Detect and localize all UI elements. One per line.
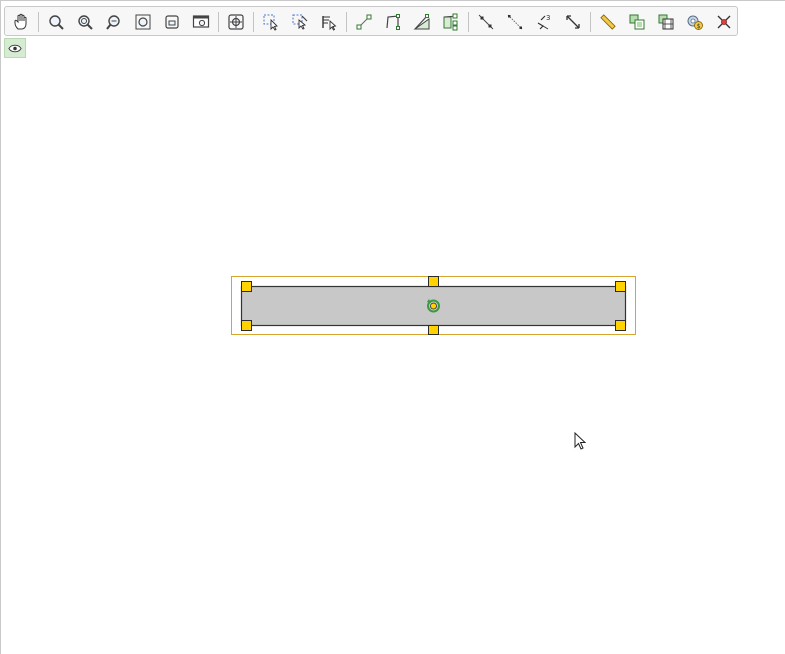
drawing-canvas[interactable] xyxy=(0,0,785,654)
resize-handle-top-left[interactable] xyxy=(241,281,252,292)
mouse-cursor-icon xyxy=(574,432,587,450)
resize-handle-top-right[interactable] xyxy=(615,281,626,292)
resize-handle-bottom-left[interactable] xyxy=(241,320,252,331)
resize-handle-top[interactable] xyxy=(428,276,439,287)
app-window: 3 $ xyxy=(0,0,785,654)
resize-handle-bottom-right[interactable] xyxy=(615,320,626,331)
resize-handle-bottom[interactable] xyxy=(428,325,439,335)
